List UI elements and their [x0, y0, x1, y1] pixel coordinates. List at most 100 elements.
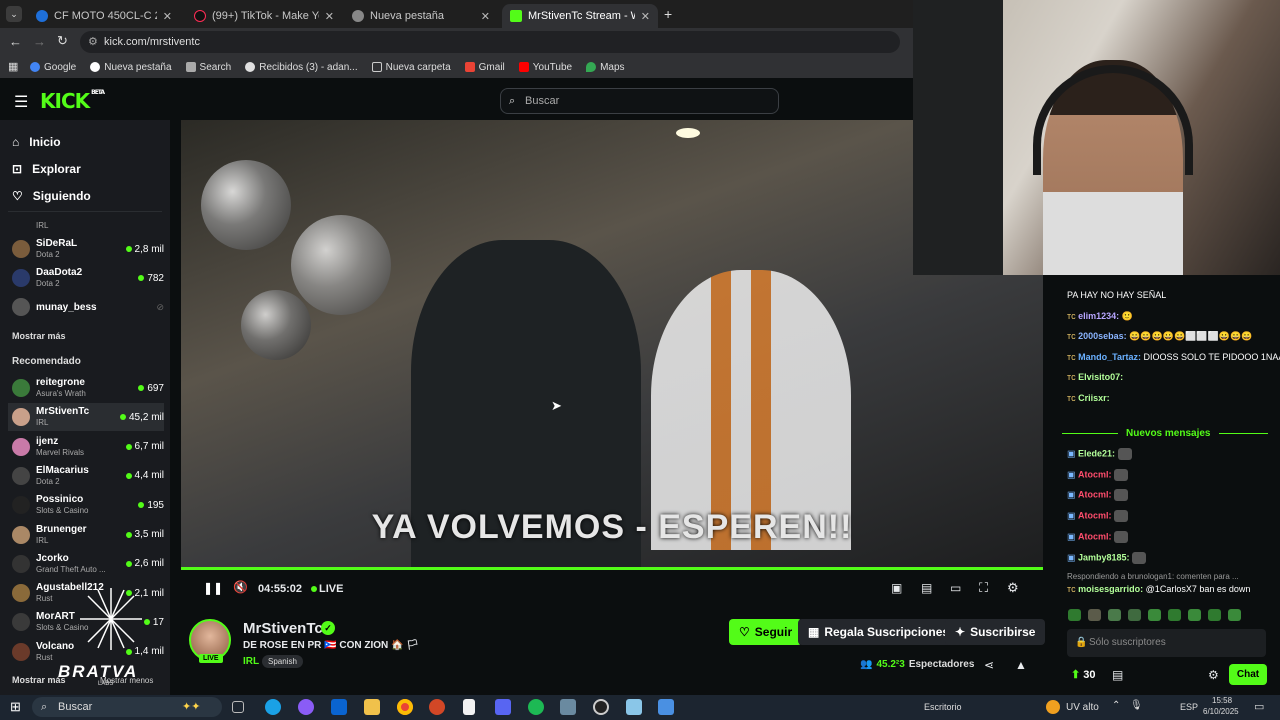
calculator-icon[interactable]	[658, 699, 674, 715]
mic-icon[interactable]: 🎙	[1130, 700, 1143, 711]
weather-text[interactable]: UV alto	[1066, 702, 1099, 713]
taskbar-search[interactable]: ⌕ Buscar ✦✦	[32, 697, 222, 717]
nav-explorar[interactable]: ⊡ Explorar	[12, 162, 81, 176]
nav-siguiendo[interactable]: ♡ Siguiendo	[12, 189, 91, 203]
chat-send-button[interactable]: Chat	[1229, 664, 1267, 685]
tab-search-button[interactable]: ⌄	[6, 6, 22, 22]
forward-icon[interactable]: →	[33, 34, 46, 49]
sidebar-channel[interactable]: DaaDota2 Dota 2 782	[8, 264, 164, 292]
show-more-following[interactable]: Mostrar más	[12, 331, 66, 341]
tab-close-icon[interactable]: ✕	[481, 10, 490, 23]
search-input[interactable]: ⌕ Buscar	[500, 88, 779, 114]
spotify-icon[interactable]	[528, 699, 544, 715]
subscribe-button[interactable]: ✦ Suscribirse	[945, 619, 1046, 645]
settings-icon[interactable]: ⚙	[1007, 580, 1019, 596]
emote-icon[interactable]	[1168, 609, 1181, 621]
bookmark-nueva-pestana[interactable]: Nueva pestaña	[90, 62, 172, 73]
chat-username[interactable]: elim1234:	[1078, 311, 1119, 321]
emote-icon[interactable]	[1188, 609, 1201, 621]
emote-icon[interactable]	[1068, 609, 1081, 621]
browser-tab-2[interactable]: (99+) TikTok - Make Your Day ✕	[186, 4, 342, 28]
sidebar-channel[interactable]: MorART Slots & Casino 17	[8, 608, 164, 636]
sidebar-channel[interactable]: SiDeRaL Dota 2 2,8 mil	[8, 235, 164, 263]
notepad-icon[interactable]	[626, 699, 642, 715]
report-icon[interactable]: ▲	[1015, 658, 1027, 672]
apps-icon[interactable]: ▦	[8, 60, 18, 73]
chat-username[interactable]: moisesgarrido:	[1078, 584, 1143, 594]
channel-name[interactable]: MrStivenTc	[243, 620, 323, 637]
tab-close-icon[interactable]: ✕	[325, 10, 334, 23]
desktop-label[interactable]: Escritorio	[924, 702, 962, 712]
chat-username[interactable]: Atocml:	[1078, 490, 1112, 500]
sidebar-channel[interactable]: MrStivenTc IRL 45,2 mil	[8, 403, 164, 432]
mute-icon[interactable]: 🔇	[233, 580, 248, 594]
app-icon[interactable]	[560, 699, 576, 715]
clip-icon[interactable]: ▣	[891, 581, 902, 595]
chat-username[interactable]: Elvisito07:	[1078, 372, 1123, 382]
emote-icon[interactable]	[1128, 609, 1141, 621]
site-info-icon[interactable]: ⚙	[88, 31, 98, 53]
new-tab-button[interactable]: +	[664, 6, 672, 22]
fullscreen-icon[interactable]: ⛶	[979, 580, 988, 596]
chat-username[interactable]: Atocml:	[1078, 510, 1112, 520]
emote-icon[interactable]	[1108, 609, 1121, 621]
chat-username[interactable]: Elede21:	[1078, 448, 1115, 458]
edge-icon[interactable]	[265, 699, 281, 715]
task-view-icon[interactable]	[232, 701, 244, 713]
theater-icon[interactable]: ▭	[950, 581, 961, 595]
clock-date[interactable]: 6/10/2025	[1203, 707, 1239, 716]
tab-close-icon[interactable]: ✕	[163, 10, 172, 23]
browser-tab-4[interactable]: MrStivenTc Stream - Watch Live ✕	[502, 4, 658, 28]
chat-username[interactable]: Jamby8185:	[1078, 552, 1130, 562]
back-icon[interactable]: ←	[9, 34, 22, 49]
lang-label[interactable]: ESP	[1180, 702, 1198, 712]
bookmark-youtube[interactable]: YouTube	[518, 62, 572, 73]
stream-category[interactable]: IRL	[243, 656, 259, 667]
bookmark-search[interactable]: Search	[185, 62, 231, 73]
follow-button[interactable]: ♡ Seguir	[729, 619, 803, 645]
file-icon[interactable]	[463, 699, 475, 715]
windows-start-icon[interactable]: ⊞	[10, 699, 21, 715]
channel-points[interactable]: ⬆ 30	[1071, 668, 1096, 681]
cinema-mode-icon[interactable]: ▤	[921, 581, 932, 595]
gift-icon[interactable]: ▤	[1112, 668, 1123, 682]
tray-chevron-icon[interactable]: ⌃	[1112, 700, 1120, 711]
gift-subs-button[interactable]: ▦ Regala Suscripciones	[798, 619, 960, 645]
outlook-icon[interactable]	[331, 699, 347, 715]
chrome-icon[interactable]	[397, 699, 413, 715]
share-icon[interactable]: ⋖	[984, 658, 994, 672]
emote-icon[interactable]	[1208, 609, 1221, 621]
file-explorer-icon[interactable]	[364, 699, 380, 715]
notification-icon[interactable]: ▭	[1254, 700, 1264, 713]
chat-username[interactable]: Mando_Tartaz:	[1078, 352, 1141, 362]
bookmark-google[interactable]: Google	[30, 62, 76, 73]
sidebar-channel[interactable]: Jcorko Grand Theft Auto ... 2,6 mil	[8, 550, 164, 578]
stream-tag[interactable]: Spanish	[262, 655, 303, 668]
kick-logo[interactable]: KICK BETA	[40, 89, 105, 113]
emote-icon[interactable]	[1228, 609, 1241, 621]
show-less-link[interactable]: Mostrar menos	[100, 676, 153, 685]
sidebar-channel[interactable]: Volcano Rust 1,4 mil	[8, 638, 164, 666]
copilot-icon[interactable]	[298, 699, 314, 715]
chat-username[interactable]: Criisxr:	[1078, 393, 1110, 403]
url-bar[interactable]: ⚙ kick.com/mrstiventc	[80, 31, 900, 53]
tab-close-icon[interactable]: ✕	[641, 10, 650, 23]
chat-username[interactable]: 2000sebas:	[1078, 331, 1127, 341]
sidebar-channel[interactable]: ElMacarius Dota 2 4,4 mil	[8, 462, 164, 490]
sidebar-channel[interactable]: Brunenger IRL 3,5 mil	[8, 521, 164, 549]
emote-icon[interactable]	[1088, 609, 1101, 621]
emote-icon[interactable]	[1148, 609, 1161, 621]
clock-time[interactable]: 15:58	[1212, 696, 1232, 705]
reload-icon[interactable]: ↻	[57, 33, 68, 49]
browser-tab-3[interactable]: Nueva pestaña ✕	[344, 4, 498, 28]
sidebar-channel[interactable]: Agustabell212 Rust 2,1 mil	[8, 579, 164, 607]
sidebar-channel[interactable]: ijenz Marvel Rivals 6,7 mil	[8, 433, 164, 461]
bookmark-recibidos[interactable]: Recibidos (3) - adan...	[245, 62, 358, 73]
chat-username[interactable]: Atocml:	[1078, 531, 1112, 541]
obs-icon[interactable]	[593, 699, 609, 715]
sidebar-channel[interactable]: munay_bess ⊘	[8, 293, 164, 321]
sidebar-channel[interactable]: reitegrone Asura's Wrath 697	[8, 374, 164, 402]
bookmark-gmail[interactable]: Gmail	[464, 62, 505, 73]
nav-inicio[interactable]: ⌂ Inicio	[12, 135, 61, 149]
discord-icon[interactable]	[495, 699, 511, 715]
